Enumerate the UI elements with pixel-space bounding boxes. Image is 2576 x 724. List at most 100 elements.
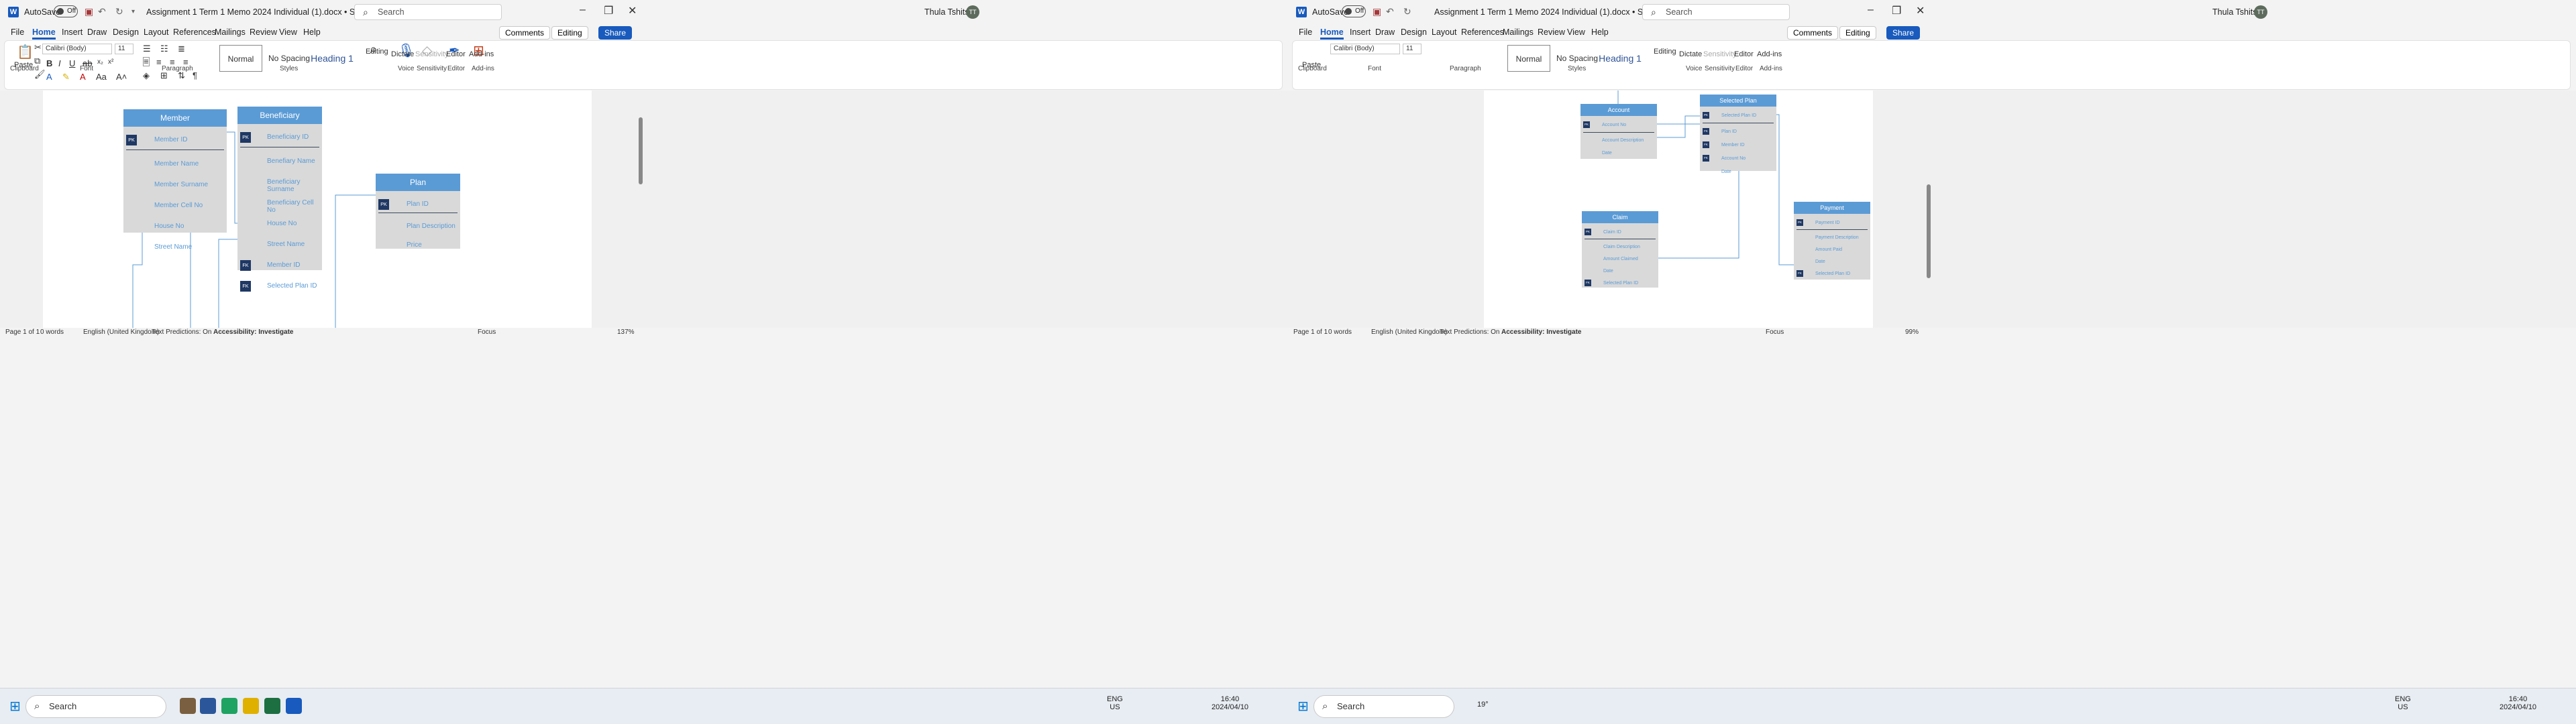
entity-member[interactable]: Member Member ID PK Member Name Member Surna…	[123, 109, 227, 251]
taskbar-search[interactable]: ⌕ Search	[25, 695, 166, 718]
italic-icon[interactable]: I	[58, 58, 61, 68]
redo-icon[interactable]: ↻	[1403, 6, 1411, 17]
zoom-level[interactable]: 137%	[617, 328, 635, 336]
page[interactable]: Member Member ID PK Member Name Member Surna…	[43, 90, 592, 328]
avatar[interactable]: TT	[966, 5, 979, 19]
undo-icon[interactable]: ↶	[98, 6, 106, 17]
entity-claim[interactable]: Claim Claim ID PK Claim Description Amount C…	[1582, 211, 1658, 288]
menu-design[interactable]: Design	[1401, 27, 1427, 37]
weather-widget[interactable]: 19°	[1477, 701, 1489, 709]
accessibility-status[interactable]: Accessibility: Investigate	[1501, 328, 1582, 336]
dictate-button[interactable]: Dictate	[391, 50, 414, 58]
menu-draw[interactable]: Draw	[1375, 27, 1395, 37]
editing-mode-button[interactable]: Editing	[1839, 26, 1876, 40]
menu-review[interactable]: Review	[1538, 27, 1565, 37]
vertical-scrollbar[interactable]	[1927, 184, 1931, 278]
page-count[interactable]: Page 1 of 1	[1293, 328, 1328, 336]
menu-view[interactable]: View	[279, 27, 297, 37]
minimize-icon[interactable]: –	[580, 4, 586, 16]
zoom-level[interactable]: 99%	[1905, 328, 1919, 336]
language-status[interactable]: English (United Kingdom)	[1371, 328, 1447, 336]
minimize-icon[interactable]: –	[1868, 4, 1874, 16]
underline-icon[interactable]: U	[69, 58, 75, 68]
menu-mailings[interactable]: Mailings	[1503, 27, 1534, 37]
word-active-taskbar-icon[interactable]	[286, 698, 302, 714]
font-size-combo[interactable]: 11	[1403, 44, 1421, 54]
accessibility-status[interactable]: Accessibility: Investigate	[213, 328, 294, 336]
grow-font-icon[interactable]: A˄	[116, 72, 127, 82]
sensitivity-button[interactable]: Sensitivity	[1703, 50, 1737, 58]
editing-group-button[interactable]: Editing	[1654, 48, 1676, 56]
menu-home[interactable]: Home	[1320, 27, 1344, 40]
font-name-combo[interactable]: Calibri (Body)	[42, 44, 112, 54]
style-heading-1[interactable]: Heading 1	[311, 45, 354, 72]
entity-account[interactable]: Account Account No PK Account Description Da…	[1580, 104, 1657, 159]
task-view-icon[interactable]	[180, 698, 196, 714]
word-taskbar-icon[interactable]	[200, 698, 216, 714]
menu-review[interactable]: Review	[250, 27, 277, 37]
share-button[interactable]: Share	[1886, 26, 1921, 40]
save-icon[interactable]: ▣	[85, 6, 93, 17]
multilevel-list-icon[interactable]: ≣	[178, 44, 185, 54]
comments-button[interactable]: Comments	[1787, 26, 1839, 40]
page[interactable]: Account Account No PK Account Description Da…	[1484, 90, 1873, 328]
entity-selected-plan[interactable]: Selected Plan Selected Plan ID PK Plan ID FK…	[1700, 95, 1776, 174]
font-color-icon[interactable]: A	[80, 72, 86, 82]
autosave-toggle[interactable]: Off	[1342, 5, 1366, 17]
autosave-toggle[interactable]: Off	[54, 5, 78, 17]
shading-icon[interactable]: ◈	[143, 70, 150, 81]
comments-button[interactable]: Comments	[499, 26, 551, 40]
style-normal[interactable]: Normal	[1507, 45, 1550, 72]
show-marks-icon[interactable]: ¶	[193, 70, 197, 80]
editor-button[interactable]: Editor	[446, 50, 466, 58]
align-center-icon[interactable]: ≡	[156, 57, 162, 67]
entity-payment[interactable]: Payment Payment ID PK Payment Description Am…	[1794, 202, 1870, 280]
clock[interactable]: 16:40 2024/04/10	[1212, 695, 1248, 711]
menu-references[interactable]: References	[1461, 27, 1504, 37]
menu-help[interactable]: Help	[1591, 27, 1609, 37]
search-box[interactable]: ⌕ Search	[1642, 4, 1790, 20]
menu-layout[interactable]: Layout	[144, 27, 169, 37]
word-count[interactable]: 0 words	[40, 328, 64, 336]
add-ins-button[interactable]: Add-ins	[1757, 50, 1782, 58]
word-count[interactable]: 0 words	[1328, 328, 1352, 336]
style-heading-1[interactable]: Heading 1	[1599, 45, 1642, 72]
subscript-icon[interactable]: x₂	[97, 58, 103, 66]
taskbar-search[interactable]: ⌕ Search	[1313, 695, 1454, 718]
undo-icon[interactable]: ↶	[1386, 6, 1394, 17]
document-title[interactable]: Assignment 1 Term 1 Memo 2024 Individual…	[146, 7, 373, 17]
cut-icon[interactable]: ✂	[34, 42, 42, 53]
focus-button[interactable]: Focus	[478, 328, 496, 336]
bullets-icon[interactable]: ☰	[143, 44, 151, 54]
dictate-button[interactable]: Dictate	[1679, 50, 1702, 58]
search-box[interactable]: ⌕ Search	[354, 4, 502, 20]
menu-file[interactable]: File	[11, 27, 24, 37]
focus-button[interactable]: Focus	[1766, 328, 1784, 336]
page-count[interactable]: Page 1 of 1	[5, 328, 40, 336]
text-predictions[interactable]: Text Predictions: On	[152, 328, 211, 336]
menu-draw[interactable]: Draw	[87, 27, 107, 37]
language-indicator[interactable]: ENG US	[1107, 695, 1123, 711]
menu-home[interactable]: Home	[32, 27, 56, 40]
document-title[interactable]: Assignment 1 Term 1 Memo 2024 Individual…	[1434, 7, 1661, 17]
menu-insert[interactable]: Insert	[62, 27, 83, 37]
language-status[interactable]: English (United Kingdom)	[83, 328, 159, 336]
windows-start-icon[interactable]: ⊞	[1297, 698, 1309, 715]
clock[interactable]: 16:40 2024/04/10	[2500, 695, 2536, 711]
bold-icon[interactable]: B	[46, 58, 52, 68]
menu-references[interactable]: References	[173, 27, 216, 37]
restore-icon[interactable]: ❐	[1892, 4, 1901, 17]
entity-plan[interactable]: Plan Plan ID PK Plan Description Price	[376, 174, 460, 249]
menu-design[interactable]: Design	[113, 27, 139, 37]
share-button[interactable]: Share	[598, 26, 633, 40]
language-indicator[interactable]: ENG US	[2395, 695, 2411, 711]
numbering-icon[interactable]: ☷	[160, 44, 168, 54]
style-normal[interactable]: Normal	[219, 45, 262, 72]
superscript-icon[interactable]: x²	[108, 58, 113, 66]
windows-start-icon[interactable]: ⊞	[9, 698, 21, 715]
customize-qat-icon[interactable]: ▾	[131, 8, 135, 15]
align-left-icon[interactable]: ≡	[143, 57, 150, 66]
entity-beneficiary[interactable]: Beneficiary Beneficiary ID PK Benefiary Nam…	[237, 107, 322, 292]
menu-layout[interactable]: Layout	[1432, 27, 1457, 37]
menu-view[interactable]: View	[1567, 27, 1585, 37]
